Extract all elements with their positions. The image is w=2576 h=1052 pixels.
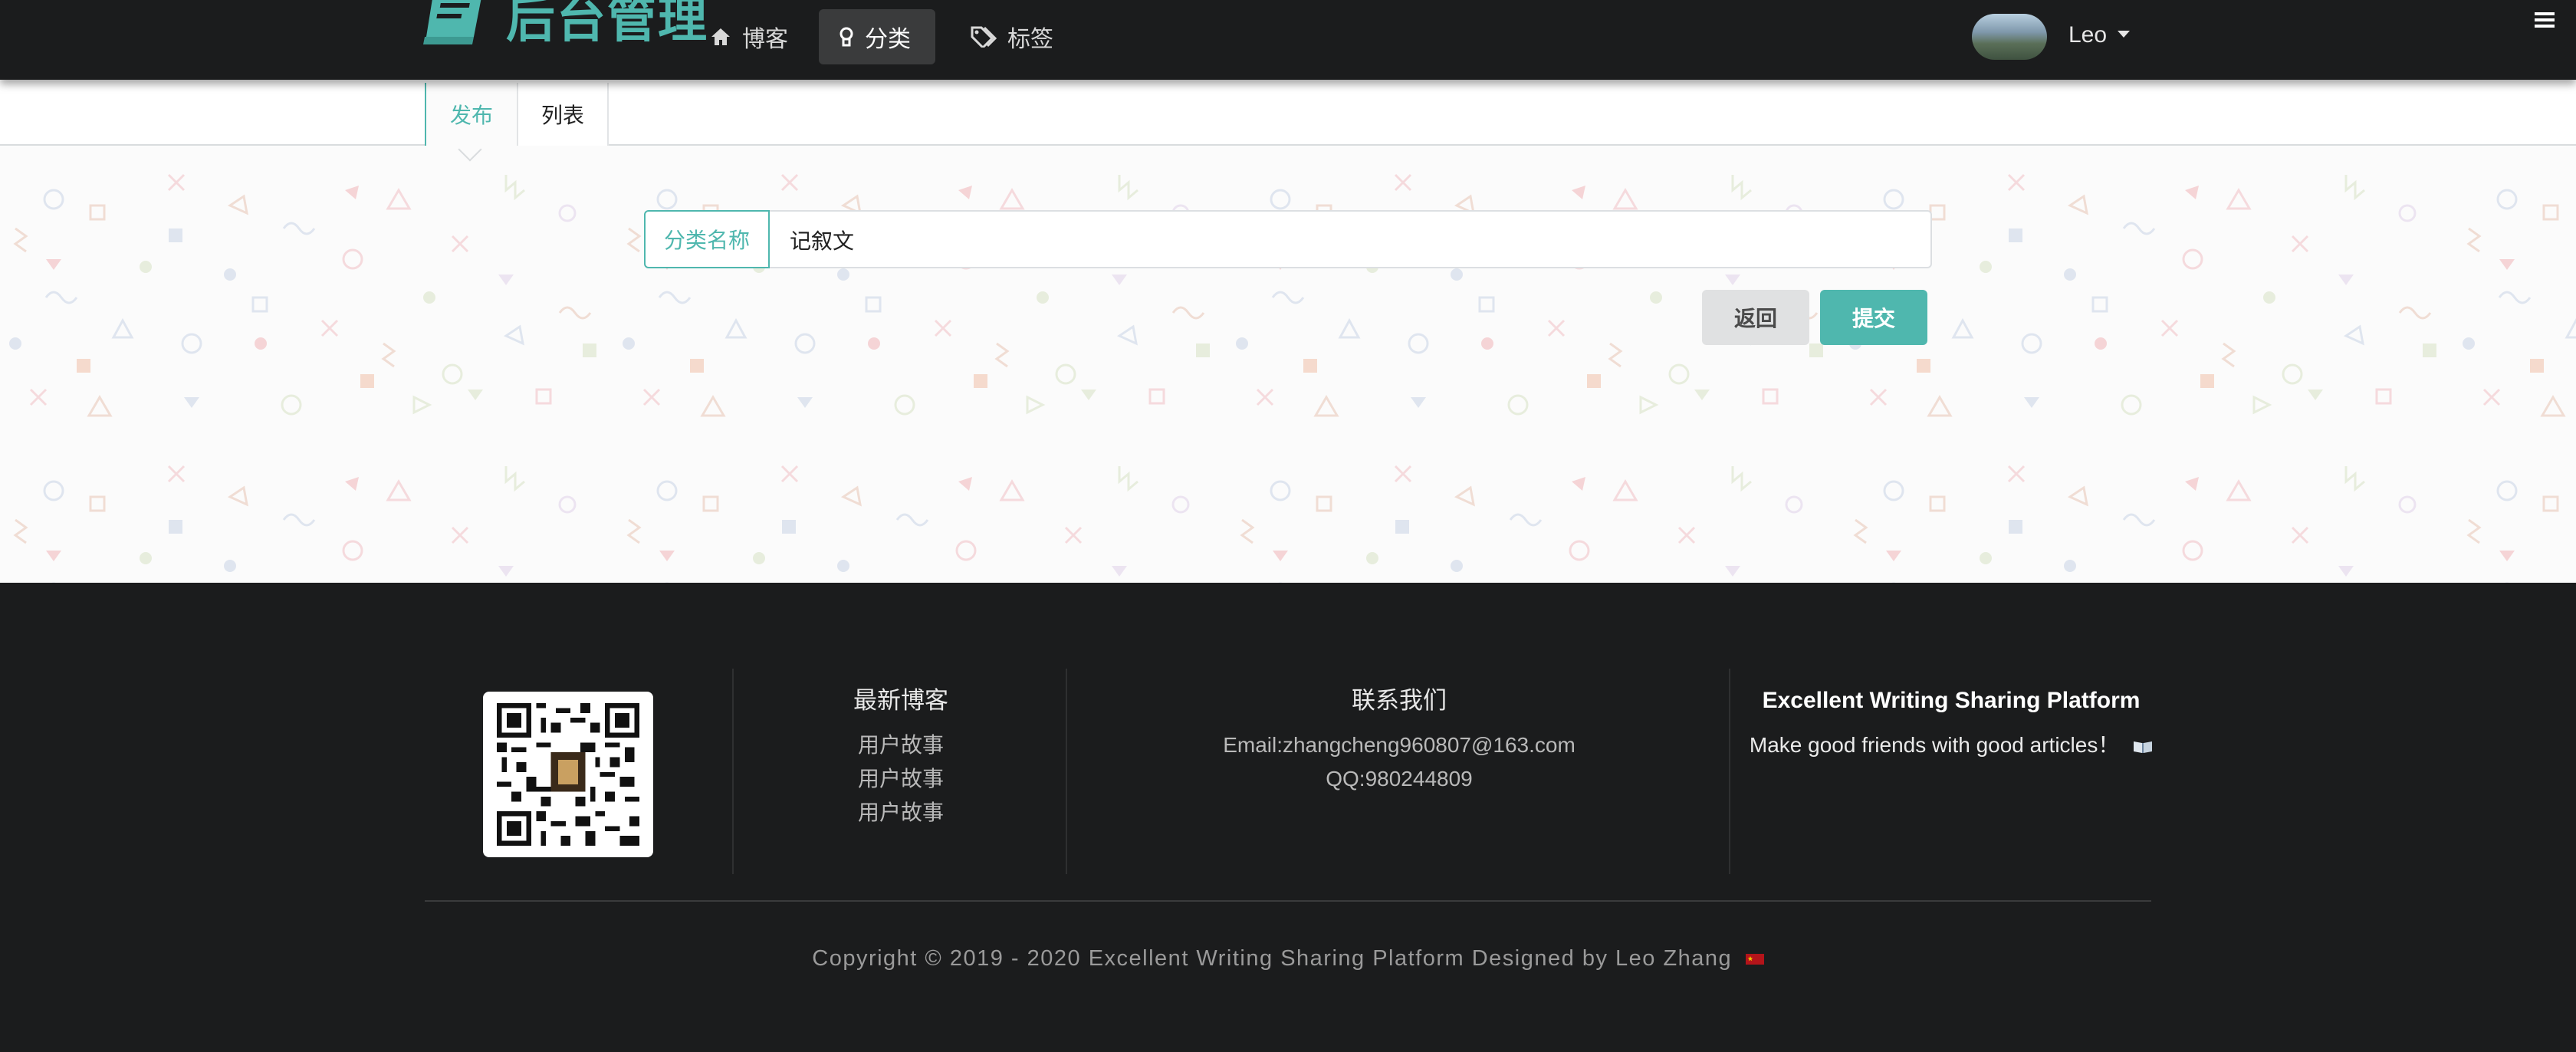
tab-bar: 发布 列表 xyxy=(0,80,2576,146)
user-name[interactable]: Leo xyxy=(2068,20,2107,51)
top-navbar: 后台管理 博客 分类 标签 Leo xyxy=(0,0,2576,80)
footer-separator xyxy=(425,900,2151,902)
latest-blog-link[interactable]: 用户故事 xyxy=(767,728,1035,762)
tab-publish[interactable]: 发布 xyxy=(425,83,518,146)
contact-title: 联系我们 xyxy=(1352,687,1447,715)
contact-qq: QQ:980244809 xyxy=(1326,767,1473,791)
nav-blog-label: 博客 xyxy=(742,26,788,53)
caret-down-icon[interactable] xyxy=(2118,31,2130,38)
nav-category-label: 分类 xyxy=(865,26,911,53)
footer: 最新博客 用户故事 用户故事 用户故事 联系我们 Email:zhangchen… xyxy=(0,583,2576,1052)
latest-blogs-title: 最新博客 xyxy=(853,687,948,715)
footer-divider xyxy=(732,669,734,874)
footer-divider xyxy=(1066,669,1067,874)
footer-divider xyxy=(1729,669,1730,874)
latest-blog-link[interactable]: 用户故事 xyxy=(767,796,1035,830)
copyright-line: Copyright © 2019 - 2020 Excellent Writin… xyxy=(0,943,2576,974)
copyright-text: Copyright © 2019 - 2020 Excellent Writin… xyxy=(812,946,1733,971)
category-name-field: 分类名称 xyxy=(644,210,1941,268)
china-flag-icon xyxy=(1745,954,1764,965)
lightbulb-icon xyxy=(840,27,853,47)
brand-tagline: Make good friends with good articles！ xyxy=(1740,728,2162,762)
home-icon xyxy=(711,28,730,45)
logo-title[interactable]: 后台管理 xyxy=(506,0,708,63)
brand-section: Excellent Writing Sharing Platform Make … xyxy=(1740,685,2162,762)
tags-icon xyxy=(971,26,997,48)
nav-tags[interactable]: 标签 xyxy=(951,9,1073,64)
user-avatar[interactable] xyxy=(1972,14,2047,60)
nav-category[interactable]: 分类 xyxy=(819,9,935,64)
contact-section: 联系我们 Email:zhangcheng960807@163.com QQ:9… xyxy=(1096,685,1702,796)
category-name-input[interactable] xyxy=(774,212,1941,268)
tab-list[interactable]: 列表 xyxy=(518,83,609,146)
qr-code-icon xyxy=(497,703,639,846)
latest-blogs-section: 最新博客 用户故事 用户故事 用户故事 xyxy=(767,685,1035,830)
qr-code-image xyxy=(483,692,653,857)
brand-tagline-text: Make good friends with good articles！ xyxy=(1749,733,2120,757)
nav-blog[interactable]: 博客 xyxy=(690,9,808,64)
latest-blog-link[interactable]: 用户故事 xyxy=(767,762,1035,796)
menu-icon[interactable] xyxy=(2535,11,2555,29)
nav-tags-label: 标签 xyxy=(1007,26,1053,53)
open-book-icon xyxy=(2134,741,2153,753)
book-logo-icon xyxy=(423,0,481,44)
brand-title: Excellent Writing Sharing Platform xyxy=(1762,688,2141,713)
main-content: 分类名称 返回 提交 xyxy=(0,144,2576,583)
category-name-label: 分类名称 xyxy=(644,210,770,268)
back-button[interactable]: 返回 xyxy=(1702,290,1809,345)
contact-email: Email:zhangcheng960807@163.com xyxy=(1223,733,1576,757)
submit-button[interactable]: 提交 xyxy=(1820,290,1927,345)
